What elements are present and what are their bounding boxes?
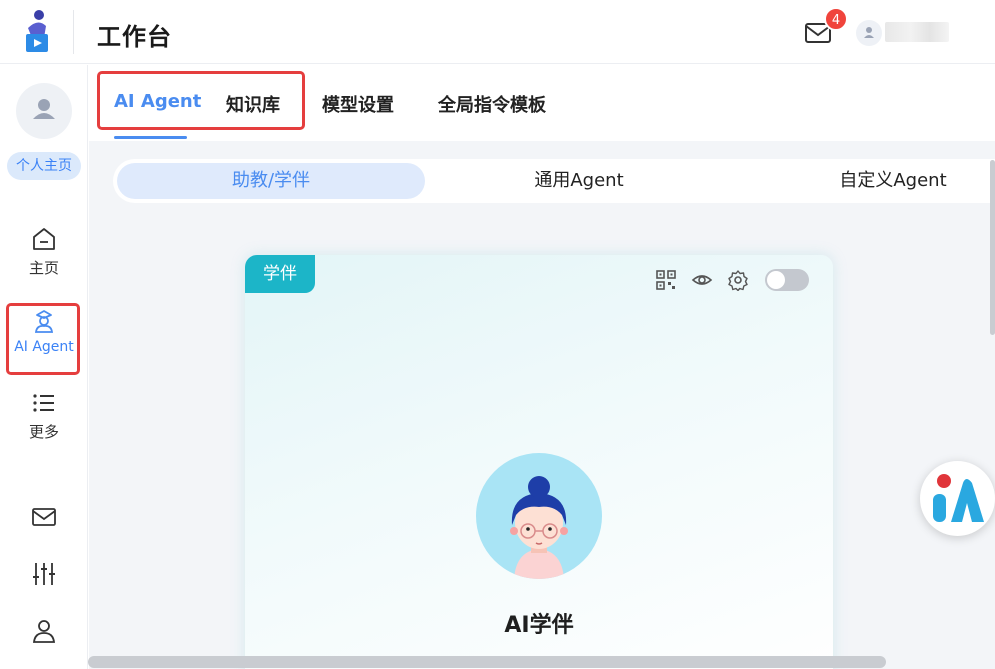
subtab-assistant-companion[interactable]: 助教/学伴 [117, 163, 425, 199]
annotation-highlight-box [97, 71, 305, 130]
app-logo-icon[interactable] [18, 8, 56, 56]
sidebar-item-home[interactable]: 主页 [8, 225, 80, 289]
user-icon[interactable] [30, 617, 58, 645]
agent-avatar [476, 453, 602, 579]
sliders-icon[interactable] [30, 560, 58, 588]
sidebar: 个人主页 主页 AI Agent 更多 [0, 65, 88, 669]
header: 工作台 4 [0, 0, 995, 64]
user-avatar[interactable] [856, 20, 882, 46]
user-icon [33, 99, 55, 119]
main-content: AI Agent 知识库 模型设置 全局指令模板 助教/学伴 通用Agent 自… [89, 65, 995, 669]
floating-assistant-button[interactable] [920, 461, 995, 536]
subtab-bar: 助教/学伴 通用Agent 自定义Agent [113, 159, 995, 203]
tab-model-settings[interactable]: 模型设置 [322, 91, 394, 117]
enable-toggle[interactable] [765, 269, 809, 291]
tab-bar: AI Agent 知识库 模型设置 全局指令模板 [89, 65, 995, 141]
user-icon [864, 27, 874, 38]
notification-badge: 4 [824, 7, 848, 31]
annotation-highlight-box [6, 303, 80, 375]
tab-global-prompt-templates[interactable]: 全局指令模板 [438, 91, 546, 117]
personal-home-link[interactable]: 个人主页 [7, 152, 81, 180]
toggle-knob [767, 271, 785, 289]
girl-avatar-illustration [510, 476, 568, 579]
card-toolbar [655, 269, 809, 293]
active-tab-indicator [114, 136, 187, 139]
gear-icon[interactable] [727, 269, 749, 291]
eye-icon[interactable] [691, 269, 713, 291]
assistant-logo-icon [933, 474, 984, 522]
agent-card-title: AI学伴 [504, 613, 574, 638]
sidebar-item-label: 主页 [28, 259, 59, 277]
mail-icon[interactable] [30, 503, 58, 531]
agent-card[interactable]: 学伴 AI学伴 [245, 255, 833, 669]
profile-avatar[interactable] [16, 83, 72, 139]
user-name-redacted [885, 22, 949, 42]
subtab-custom-agent[interactable]: 自定义Agent [773, 159, 995, 203]
header-divider [73, 10, 74, 54]
qr-code-icon[interactable] [655, 269, 677, 291]
subtab-general-agent[interactable]: 通用Agent [449, 159, 709, 203]
sidebar-item-label: 更多 [28, 423, 59, 441]
page-title: 工作台 [97, 23, 172, 51]
horizontal-scrollbar[interactable] [88, 656, 886, 668]
vertical-scrollbar[interactable] [990, 160, 995, 335]
home-icon [33, 228, 55, 250]
sidebar-item-more[interactable]: 更多 [8, 389, 80, 453]
card-tag: 学伴 [245, 255, 315, 293]
list-icon [33, 394, 54, 412]
